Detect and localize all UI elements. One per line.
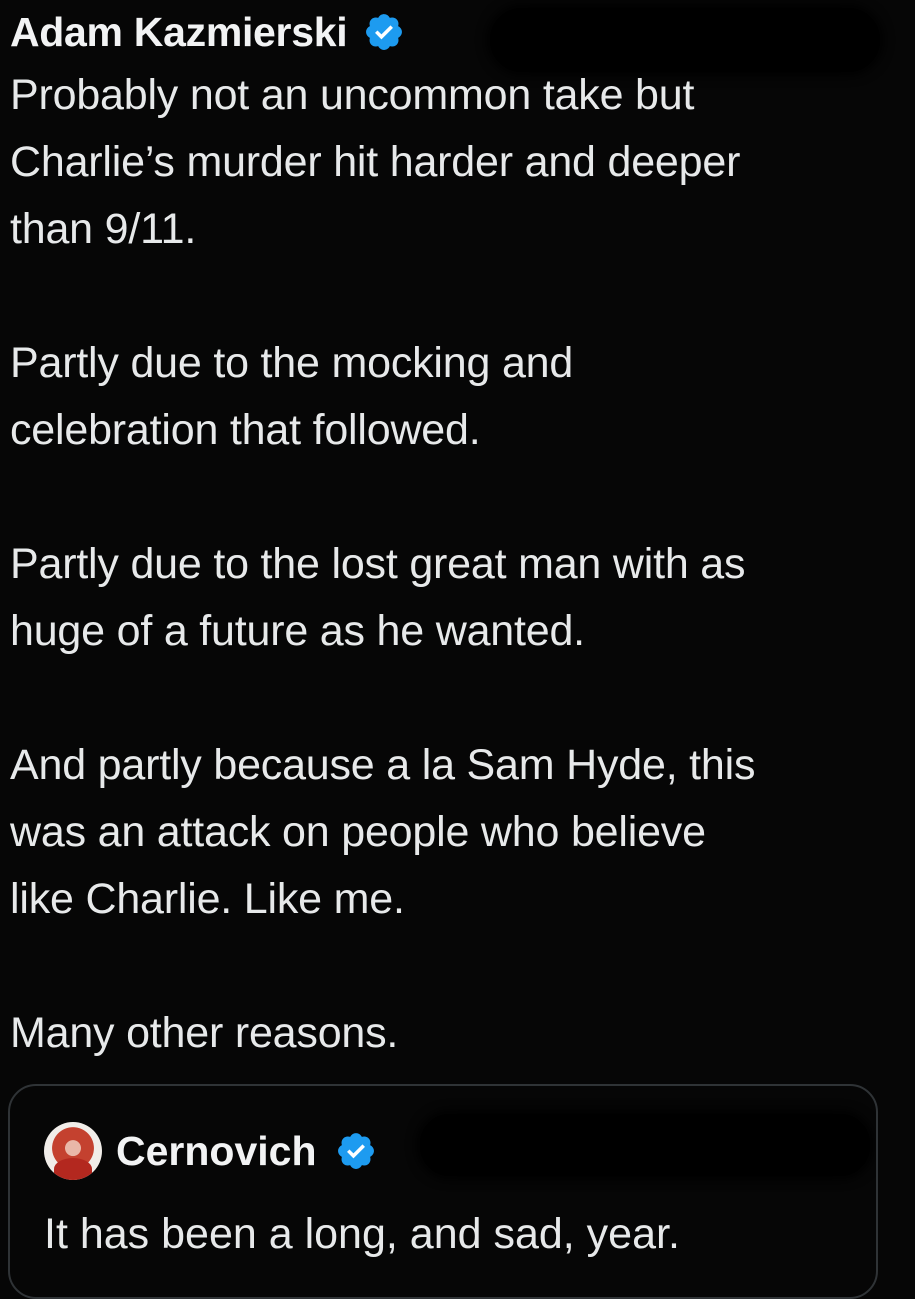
tweet-paragraph-4: And partly because a la Sam Hyde, this w… [10,732,910,933]
tweet-line: than 9/11. [10,205,197,253]
tweet-line: Partly due to the mocking and [10,339,574,387]
tweet-line: celebration that followed. [10,406,481,454]
tweet: Adam Kazmierski Probably not an uncommon… [0,0,915,1299]
verified-badge-icon[interactable] [335,1130,377,1172]
tweet-paragraph-1: Probably not an uncommon take but Charli… [10,62,910,263]
tweet-text: Probably not an uncommon take but Charli… [10,62,910,1067]
tweet-line: like Charlie. Like me. [10,875,405,923]
tweet-line: was an attack on people who believe [10,808,706,856]
tweet-line: huge of a future as he wanted. [10,607,585,655]
tweet-line: Probably not an uncommon take but [10,71,695,119]
quoted-author-name[interactable]: Cernovich [116,1128,317,1175]
quoted-tweet-card[interactable]: Cernovich It has been a long, and sad, y… [8,1084,878,1299]
tweet-header: Adam Kazmierski [10,4,405,60]
tweet-paragraph-3: Partly due to the lost great man with as… [10,531,910,665]
tweet-line: Many other reasons. [10,1009,399,1057]
tweet-line: And partly because a la Sam Hyde, this [10,741,756,789]
quoted-tweet-header: Cernovich [44,1120,377,1182]
quoted-tweet-text: It has been a long, and sad, year. [44,1210,680,1258]
author-name[interactable]: Adam Kazmierski [10,9,348,56]
avatar[interactable] [44,1122,102,1180]
redacted-handle-block [420,1114,870,1176]
tweet-line: Partly due to the lost great man with as [10,540,746,588]
tweet-paragraph-2: Partly due to the mocking and celebratio… [10,330,910,464]
tweet-paragraph-5: Many other reasons. [10,1000,910,1067]
tweet-line: Charlie’s murder hit harder and deeper [10,138,741,186]
verified-badge-icon[interactable] [363,11,405,53]
